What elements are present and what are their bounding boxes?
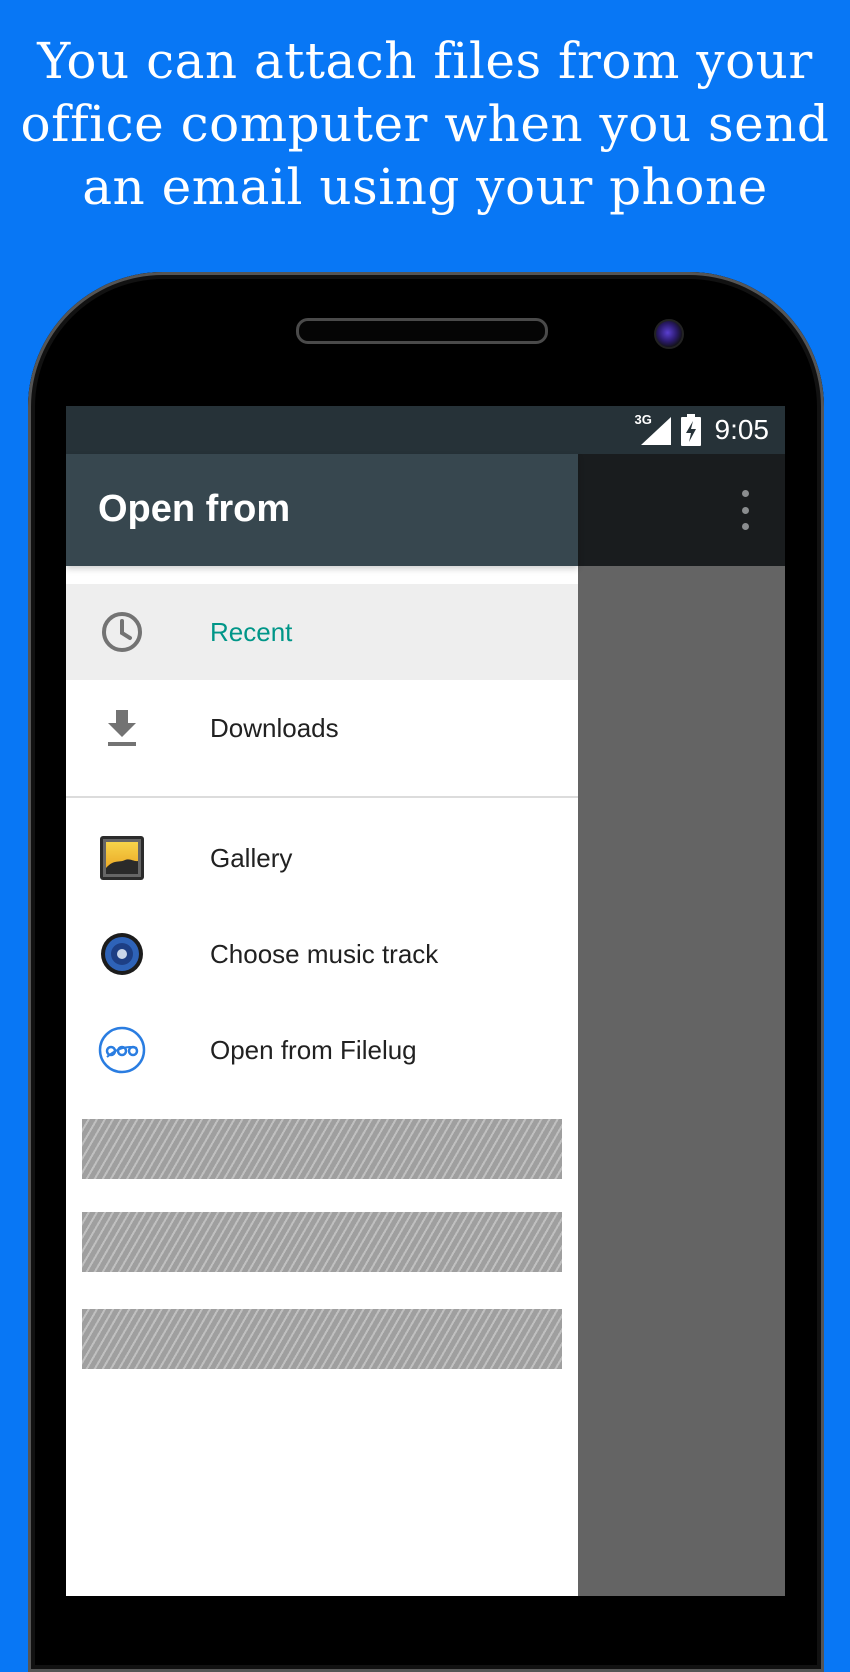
drawer-item-label: Choose music track — [210, 939, 439, 969]
download-icon — [98, 704, 146, 752]
phone-frame: 3G 9:05 Open from Recent Downloads Galle… — [28, 272, 824, 1672]
redacted-item — [82, 1212, 562, 1272]
overflow-menu-icon[interactable] — [735, 490, 755, 530]
drawer-item-music[interactable]: Choose music track — [66, 906, 578, 1002]
clock-icon — [98, 608, 146, 656]
gallery-icon — [98, 834, 146, 882]
drawer-item-filelug[interactable]: Open from Filelug — [66, 1002, 578, 1098]
drawer-item-gallery[interactable]: Gallery — [66, 810, 578, 906]
music-speaker-icon — [98, 930, 146, 978]
drawer-item-label: Downloads — [210, 713, 339, 743]
status-time: 9:05 — [714, 414, 770, 445]
speaker-grille — [296, 318, 548, 344]
redacted-item — [82, 1119, 562, 1179]
drawer-item-label: Recent — [210, 617, 293, 647]
redacted-item — [82, 1309, 562, 1369]
phone-screen: 3G 9:05 Open from Recent Downloads Galle… — [66, 406, 785, 1596]
front-camera — [654, 319, 684, 349]
drawer-header: Open from — [66, 454, 578, 566]
filelug-icon — [98, 1026, 146, 1074]
battery-icon — [680, 414, 701, 446]
drawer-item-downloads[interactable]: Downloads — [66, 680, 578, 776]
status-bar: 3G 9:05 — [66, 406, 785, 454]
drawer-title: Open from — [98, 488, 291, 530]
drawer-divider — [66, 796, 578, 798]
drawer-item-label: Open from Filelug — [210, 1035, 417, 1065]
headline: You can attach files from your office co… — [20, 32, 830, 216]
drawer-item-label: Gallery — [210, 843, 293, 873]
navigation-drawer: Open from Recent Downloads Gallery Choos… — [66, 454, 578, 1596]
signal-icon: 3G — [635, 412, 671, 445]
drawer-item-recent[interactable]: Recent — [66, 584, 578, 680]
